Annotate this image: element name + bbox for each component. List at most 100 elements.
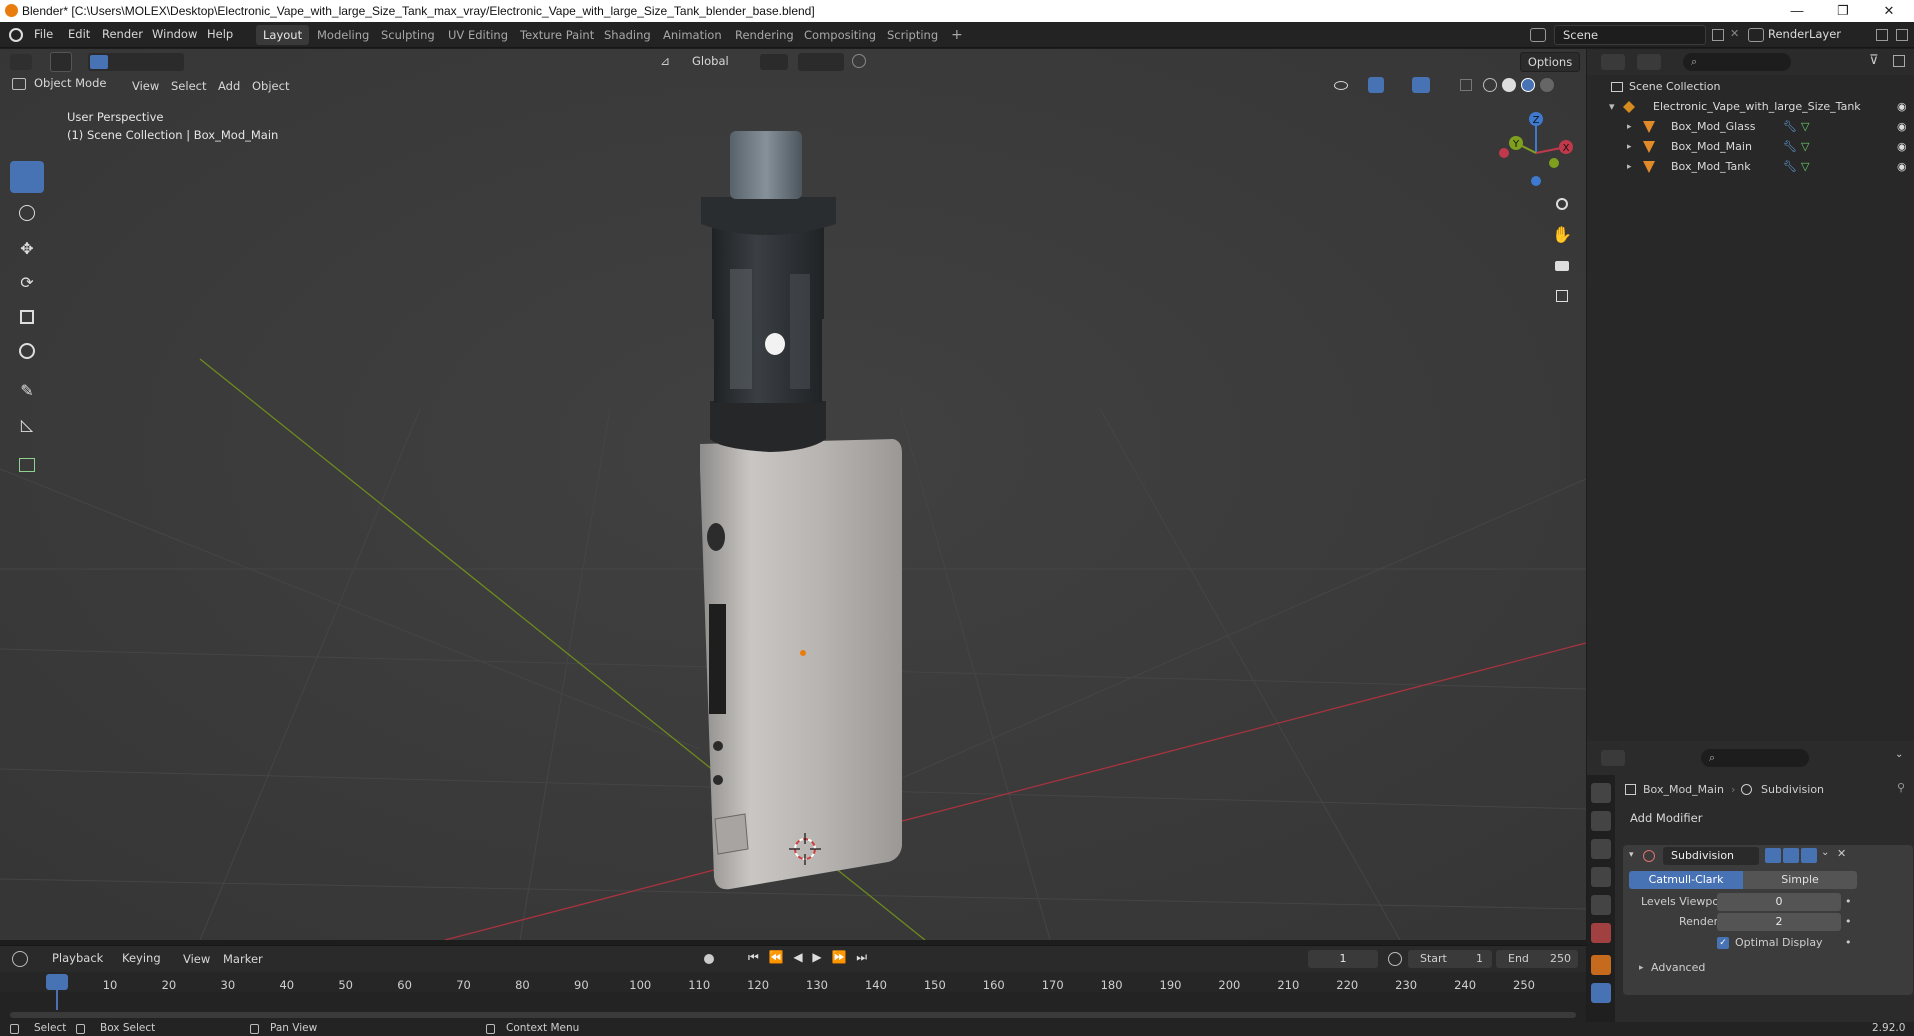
expand-arrow-icon[interactable]: ▾ (1609, 97, 1615, 117)
animate-dot-icon[interactable]: • (1845, 895, 1852, 908)
properties-editor[interactable]: ⌕ ⌄ Box_Mod_Main › Subdivision ⚲ Add Mod… (1587, 745, 1914, 1022)
filter-icon[interactable]: ⊽ (1869, 53, 1879, 68)
scene-icon[interactable] (1530, 28, 1546, 42)
viewport-menu-object[interactable]: Object (252, 79, 289, 93)
record-keyframe-icon[interactable] (704, 954, 714, 964)
pivot-point-icon[interactable] (760, 54, 788, 70)
outliner-row-object[interactable]: ▸ Box_Mod_Main 🔧︎ ▽ ◉ (1587, 137, 1914, 157)
object-tab[interactable] (1591, 955, 1611, 975)
mesh-data-icon[interactable]: ▽ (1801, 137, 1809, 157)
new-collection-icon[interactable] (1893, 55, 1905, 67)
adjust-button-up[interactable] (713, 741, 723, 751)
visibility-eye-icon[interactable]: ◉ (1897, 117, 1907, 137)
render-tab[interactable] (1591, 811, 1611, 831)
snap-toggle-icon[interactable] (798, 53, 844, 71)
zoom-icon[interactable] (1549, 192, 1575, 218)
playhead-marker[interactable] (46, 974, 68, 990)
adjust-button-down[interactable] (713, 775, 723, 785)
menu-render[interactable]: Render (102, 27, 143, 41)
ortho-grid-icon[interactable] (1549, 283, 1575, 309)
tab-scripting[interactable]: Scripting (880, 25, 945, 45)
tab-rendering[interactable]: Rendering (728, 25, 801, 45)
edit-mode-toggle[interactable] (1765, 848, 1781, 863)
transform-orientation-dropdown[interactable]: Global (678, 52, 750, 72)
tab-uv-editing[interactable]: UV Editing (441, 25, 515, 45)
navigation-gizmo[interactable]: Z X Y (1490, 107, 1580, 197)
remove-modifier-icon[interactable]: ✕ (1837, 847, 1846, 860)
editor-type-icon[interactable] (10, 54, 32, 70)
scale-tool-icon[interactable] (10, 301, 44, 333)
expand-arrow-icon[interactable]: ▸ (1639, 963, 1644, 973)
rotate-tool-icon[interactable]: ⟳ (10, 267, 44, 299)
tab-layout[interactable]: Layout (256, 25, 310, 45)
mesh-data-icon[interactable]: ▽ (1801, 117, 1809, 137)
tab-modeling[interactable]: Modeling (310, 25, 376, 45)
outliner-row-scene-collection[interactable]: Scene Collection (1587, 77, 1914, 97)
tab-shading[interactable]: Shading (597, 25, 658, 45)
move-tool-icon[interactable]: ✥ (10, 233, 44, 265)
timeline-scrollbar[interactable] (10, 1012, 1576, 1018)
minimize-button[interactable]: — (1774, 0, 1820, 22)
menu-file[interactable]: File (34, 27, 53, 41)
tab-texture-paint[interactable]: Texture Paint (513, 25, 601, 45)
animate-dot-icon[interactable]: • (1845, 915, 1852, 928)
tab-sculpting[interactable]: Sculpting (374, 25, 442, 45)
tab-compositing[interactable]: Compositing (797, 25, 883, 45)
visibility-eye-icon[interactable]: ◉ (1897, 157, 1907, 177)
viewport-display-toggle[interactable] (1783, 848, 1799, 863)
modifier-wrench-icon[interactable]: 🔧︎ (1783, 117, 1797, 137)
xray-toggle-icon[interactable] (1460, 79, 1472, 91)
modifier-tab[interactable] (1591, 983, 1611, 1003)
preview-range-icon[interactable] (1388, 952, 1402, 966)
add-cube-tool-icon[interactable] (10, 449, 44, 481)
pan-hand-icon[interactable]: ✋ (1549, 222, 1575, 248)
blender-menu-icon[interactable] (9, 28, 23, 42)
levels-viewport-field[interactable]: 0 (1717, 893, 1841, 911)
camera-view-icon[interactable] (1549, 253, 1575, 279)
expand-arrow-icon[interactable]: ▸ (1627, 157, 1632, 177)
select-box-tool[interactable] (10, 161, 44, 193)
top-cap[interactable] (701, 197, 836, 235)
timeline-editor[interactable]: Playback Keying View Marker ⏮ ⏪ ◀ ▶ ⏩ ⏭ … (0, 945, 1586, 1025)
expand-arrow-icon[interactable]: ▸ (1627, 137, 1632, 157)
gizmo-toggle-icon[interactable] (1368, 77, 1384, 93)
visibility-eye-icon[interactable]: ◉ (1897, 137, 1907, 157)
scene-selector[interactable]: Scene (1554, 25, 1706, 45)
modifier-wrench-icon[interactable]: 🔧︎ (1783, 157, 1797, 177)
outliner-row-object[interactable]: ▸ Box_Mod_Glass 🔧︎ ▽ ◉ (1587, 117, 1914, 137)
overlay-toggle-icon[interactable] (1412, 77, 1430, 93)
modifier-name-field[interactable]: Subdivision (1663, 847, 1759, 865)
select-tool-icon[interactable] (50, 52, 72, 72)
new-layer-icon[interactable] (1876, 29, 1888, 41)
visibility-filter-icon[interactable] (1332, 78, 1360, 94)
cursor-tool[interactable] (10, 197, 44, 229)
expand-arrow-icon[interactable]: ▸ (1627, 117, 1632, 137)
tank-base[interactable] (710, 401, 826, 452)
add-modifier-dropdown[interactable]: Add Modifier (1621, 808, 1912, 828)
menu-help[interactable]: Help (207, 27, 233, 41)
view-layer-tab[interactable] (1591, 867, 1611, 887)
playback-menu[interactable]: Playback (46, 949, 116, 969)
render-toggle[interactable] (1801, 848, 1817, 863)
proportional-edit-icon[interactable] (852, 54, 866, 68)
material-shading-icon[interactable] (1521, 78, 1535, 92)
outliner-editor[interactable]: ⌕ ⊽ Scene Collection ▾ Electronic_Vape_w… (1587, 49, 1914, 741)
advanced-subpanel-label[interactable]: Advanced (1651, 961, 1705, 974)
timeline-editor-type-icon[interactable] (12, 951, 28, 967)
outliner-search-input[interactable]: ⌕ (1683, 53, 1791, 71)
annotate-tool-icon[interactable]: ✎ (10, 375, 44, 407)
3d-viewport[interactable]: ⊿ Global Options Object Mode View Select… (0, 49, 1586, 940)
viewport-menu-select[interactable]: Select (171, 79, 206, 93)
viewport-menu-view[interactable]: View (132, 79, 159, 93)
selection-mode-group[interactable] (88, 53, 184, 71)
end-frame-field[interactable]: End 250 (1496, 950, 1578, 968)
drip-tip[interactable] (730, 131, 802, 199)
render-levels-field[interactable]: 2 (1717, 913, 1841, 931)
options-dropdown[interactable]: Options (1520, 52, 1580, 72)
playback-controls[interactable]: ⏮ ⏪ ◀ ▶ ⏩ ⏭ (748, 950, 870, 965)
mode-dropdown[interactable]: Object Mode (8, 74, 120, 94)
rendered-shading-icon[interactable] (1540, 78, 1554, 92)
output-tab[interactable] (1591, 839, 1611, 859)
outliner-editor-type-icon[interactable] (1601, 54, 1625, 70)
simple-option[interactable]: Simple (1743, 871, 1857, 889)
